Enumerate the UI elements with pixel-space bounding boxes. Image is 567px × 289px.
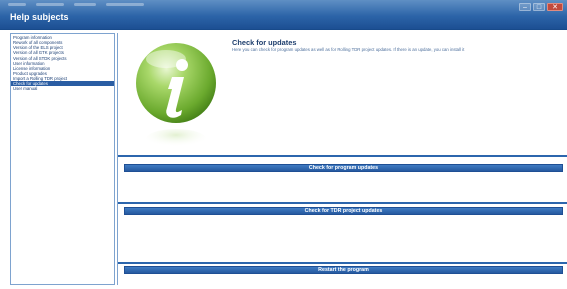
help-topics-list: Program information Rework of all compone… bbox=[10, 33, 115, 285]
restart-program-button[interactable]: Restart the program bbox=[124, 266, 563, 274]
content-pane: Check for updates Here you can check for… bbox=[118, 33, 567, 285]
title-bar: Help subjects – □ ✕ bbox=[0, 0, 567, 30]
section-divider bbox=[118, 155, 567, 157]
maximize-button[interactable]: □ bbox=[533, 3, 545, 11]
page-heading: Check for updates bbox=[232, 38, 297, 47]
info-icon bbox=[136, 43, 216, 149]
topic-list: Program information Rework of all compone… bbox=[11, 34, 114, 92]
section-divider bbox=[118, 202, 567, 204]
check-program-updates-button[interactable]: Check for program updates bbox=[124, 164, 563, 172]
window-controls: – □ ✕ bbox=[519, 3, 563, 11]
close-button[interactable]: ✕ bbox=[547, 3, 563, 11]
title-bar-decoration bbox=[8, 3, 144, 8]
section-divider bbox=[118, 262, 567, 264]
page-description: Here you can check for program updates a… bbox=[232, 47, 465, 52]
minimize-button[interactable]: – bbox=[519, 3, 531, 11]
check-tdr-updates-button[interactable]: Check for TDR project updates bbox=[124, 207, 563, 215]
window-title: Help subjects bbox=[10, 12, 69, 22]
topic-item[interactable]: User manual bbox=[11, 86, 114, 91]
